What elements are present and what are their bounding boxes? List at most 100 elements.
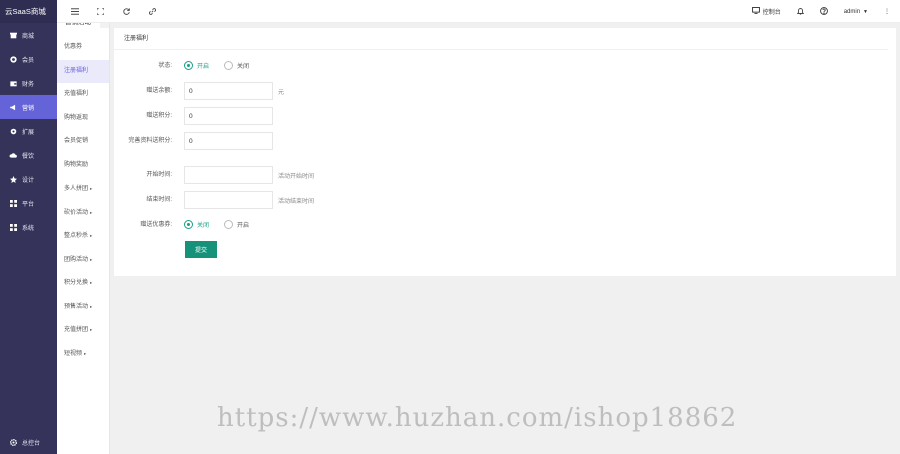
- top-bar: 控制台 admin ▼ ⋮: [57, 0, 900, 23]
- sidebar-item-label: 会员: [22, 57, 35, 64]
- start-time-input[interactable]: [184, 166, 273, 184]
- monitor-icon: [751, 7, 760, 16]
- submenu-item-label: 砍价活动: [64, 209, 89, 216]
- points-row: 赠送积分: 0: [114, 107, 273, 125]
- wallet-icon: [9, 79, 17, 87]
- radio-unchecked-icon: [224, 220, 234, 229]
- coupon-on-radio[interactable]: 开启: [224, 220, 249, 229]
- menu-toggle-icon[interactable]: [70, 6, 80, 16]
- grid-icon: [9, 223, 17, 231]
- chevron-right-icon: ▸: [90, 186, 93, 191]
- submenu-item-label: 会员促销: [64, 138, 89, 144]
- submenu-item-team-buy[interactable]: 团购活动 ▸: [57, 248, 109, 272]
- submenu-item-cashback[interactable]: 购物返现: [57, 107, 109, 131]
- submenu-item-shopping-reward[interactable]: 购物奖励: [57, 154, 109, 178]
- balance-input[interactable]: 0: [184, 82, 273, 100]
- profile-points-input[interactable]: 0: [184, 132, 273, 150]
- chevron-right-icon: ▸: [90, 233, 93, 238]
- start-time-hint: 活动开始时间: [278, 173, 315, 180]
- balance-row: 赠送余额: 0 元: [114, 82, 284, 100]
- submit-button[interactable]: 提交: [185, 241, 217, 258]
- points-input[interactable]: 0: [184, 107, 273, 125]
- sidebar-item-design[interactable]: 设计: [0, 167, 57, 191]
- status-label: 状态:: [158, 62, 172, 69]
- sidebar-item-member[interactable]: 会员: [0, 47, 57, 71]
- more-icon: ⋮: [884, 9, 890, 15]
- coupon-off-radio[interactable]: 关闭: [184, 220, 209, 229]
- user-name: admin: [843, 8, 861, 15]
- submenu-item-short-video[interactable]: 短视频 ▸: [57, 342, 109, 366]
- sidebar-item-platform[interactable]: 平台: [0, 191, 57, 215]
- submenu-item-recharge-group[interactable]: 充值拼团 ▸: [57, 318, 109, 342]
- submenu-item-points-exchange[interactable]: 积分兑换 ▸: [57, 271, 109, 295]
- sidebar-item-extend[interactable]: 扩展: [0, 119, 57, 143]
- sidebar-item-label: 餐饮: [22, 153, 35, 160]
- chevron-right-icon: ▸: [90, 303, 93, 309]
- radio-label: 关闭: [237, 64, 250, 70]
- submenu-item-group-buy[interactable]: 多人拼团 ▸: [57, 177, 109, 201]
- secondary-menu: 营销活动 « 优惠券 注册福利 充值福利 购物返现 会员促销 购物奖励 多人拼团…: [57, 0, 110, 454]
- fullscreen-icon[interactable]: [95, 6, 105, 16]
- submenu-item-bargain[interactable]: 砍价活动 ▸: [57, 201, 109, 225]
- submenu-item-label: 短视频: [64, 350, 83, 357]
- balance-unit: 元: [278, 89, 285, 96]
- submenu-item-label: 整点秒杀: [64, 233, 89, 239]
- help-button[interactable]: [819, 6, 828, 17]
- sidebar-item-finance[interactable]: 财务: [0, 71, 57, 95]
- refresh-icon[interactable]: [121, 6, 131, 16]
- submenu-item-register-bonus[interactable]: 注册福利: [57, 59, 109, 83]
- end-time-input[interactable]: [184, 191, 273, 209]
- submenu-item-label: 购物奖励: [64, 161, 89, 168]
- sidebar-item-shop[interactable]: 商城: [0, 23, 57, 47]
- radio-label: 开启: [237, 223, 250, 229]
- end-time-hint: 活动结束时间: [278, 198, 315, 205]
- console-label: 控制台: [762, 10, 781, 16]
- top-bar-right: 控制台 admin ▼ ⋮: [736, 0, 890, 23]
- status-off-radio[interactable]: 关闭: [224, 61, 249, 70]
- radio-unchecked-icon: [224, 61, 234, 70]
- shop-icon: [9, 31, 17, 39]
- radio-checked-icon: [184, 61, 193, 70]
- sidebar-item-label: 总控台: [22, 440, 41, 447]
- chevron-right-icon: ▸: [90, 209, 93, 215]
- submenu-item-label: 购物返现: [64, 114, 89, 121]
- link-icon[interactable]: [147, 6, 157, 16]
- grid-icon: [9, 199, 17, 207]
- status-on-radio[interactable]: 开启: [184, 61, 209, 70]
- brand-title: 云SaaS商城: [0, 0, 57, 23]
- balance-label: 赠送余额:: [146, 88, 172, 94]
- bell-icon: [796, 7, 805, 17]
- gear-icon: [9, 438, 17, 446]
- more-button[interactable]: ⋮: [884, 8, 890, 15]
- submenu-item-coupon[interactable]: 优惠券: [57, 36, 109, 60]
- points-label: 赠送积分:: [146, 113, 172, 119]
- coupon-label: 赠送优惠券:: [140, 221, 172, 228]
- sidebar-item-marketing[interactable]: 营销: [0, 95, 57, 119]
- submenu-item-label: 优惠券: [64, 44, 83, 50]
- start-time-label: 开始时间:: [146, 172, 172, 178]
- notification-button[interactable]: [796, 7, 805, 17]
- sidebar-item-catering[interactable]: 餐饮: [0, 143, 57, 167]
- submenu-item-recharge-bonus[interactable]: 充值福利: [57, 83, 109, 107]
- submenu-item-label: 团购活动: [64, 256, 89, 263]
- help-icon: [819, 6, 828, 17]
- sidebar-item-console[interactable]: 总控台: [0, 430, 57, 454]
- submenu-item-label: 充值拼团: [64, 327, 89, 333]
- sidebar-item-label: 设计: [22, 177, 35, 184]
- user-menu[interactable]: admin ▼: [844, 9, 868, 15]
- profile-points-label: 完善资料送积分:: [128, 138, 172, 144]
- sidebar-item-system[interactable]: 系统: [0, 215, 57, 239]
- console-button[interactable]: 控制台: [751, 7, 781, 16]
- start-time-row: 开始时间: 活动开始时间: [114, 166, 314, 184]
- submenu-item-member-promo[interactable]: 会员促销: [57, 130, 109, 154]
- submenu-item-label: 积分兑换: [64, 280, 89, 286]
- radio-label: 开启: [197, 64, 210, 70]
- coupon-row: 赠送优惠券: 关闭 开启: [114, 220, 249, 229]
- card-title: 注册福利: [114, 28, 888, 50]
- submenu-item-flash-sale[interactable]: 整点秒杀 ▸: [57, 224, 109, 248]
- status-row: 状态: 开启 关闭: [114, 61, 249, 70]
- submenu-item-presale[interactable]: 预售活动 ▸: [57, 295, 109, 319]
- chevron-down-icon: ▼: [863, 8, 868, 15]
- end-time-label: 结束时间:: [146, 197, 172, 203]
- sidebar-item-label: 平台: [22, 201, 35, 208]
